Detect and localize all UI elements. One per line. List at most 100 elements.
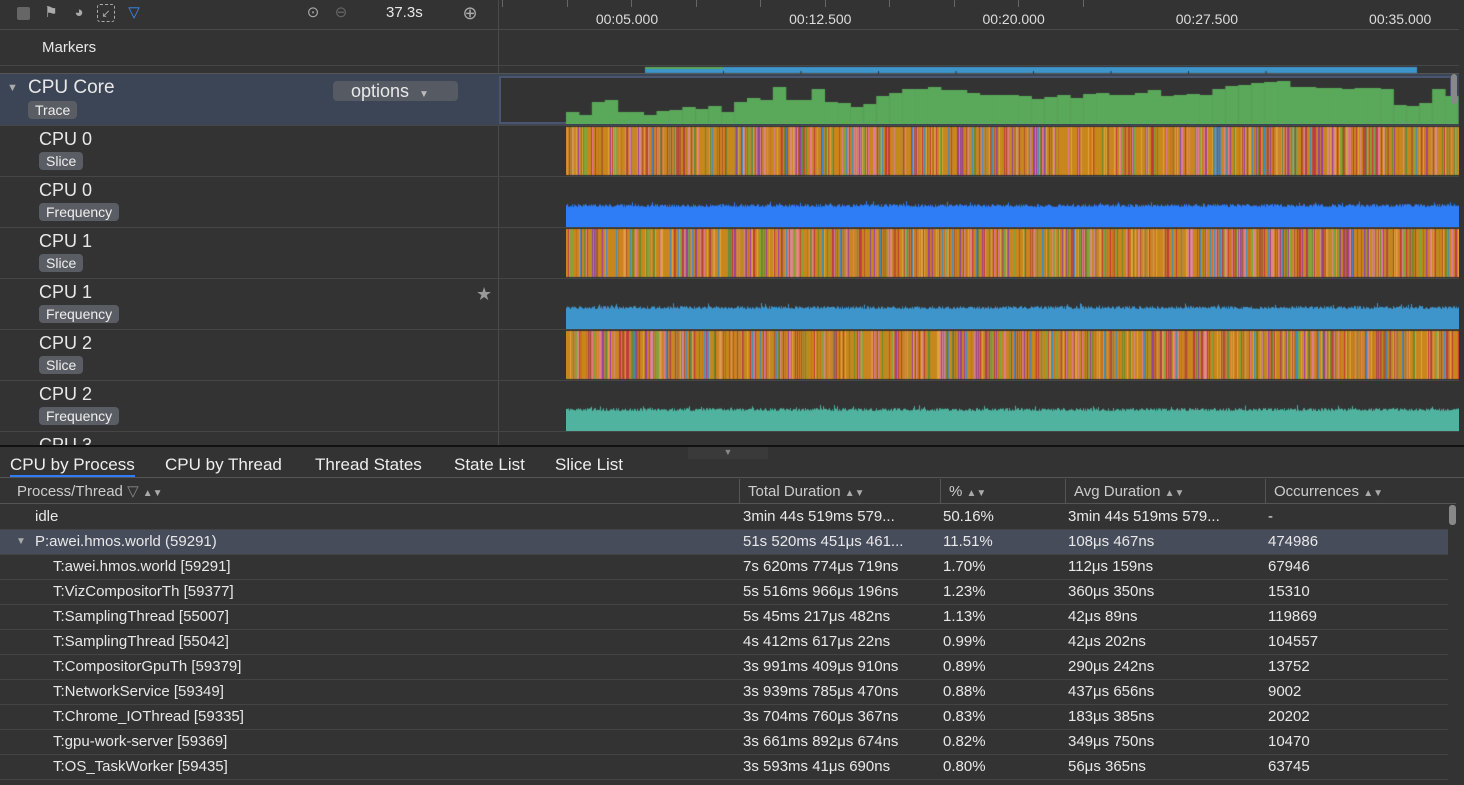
marker-strip-canvas[interactable] bbox=[499, 66, 1459, 74]
markers-label: Markers bbox=[42, 39, 97, 56]
total-duration: 51s 520ms 451μs 461... bbox=[743, 533, 904, 550]
tab-cpu-by-process[interactable]: CPU by Process bbox=[10, 455, 135, 478]
track-row[interactable]: CPU 2 Frequency bbox=[0, 381, 1459, 432]
marker-strip bbox=[0, 66, 1459, 74]
total-duration: 3s 704ms 760μs 367ns bbox=[743, 708, 899, 725]
occurrences: - bbox=[1268, 508, 1273, 525]
total-duration: 5s 516ms 966μs 196ns bbox=[743, 583, 899, 600]
table-scrollbar[interactable] bbox=[1449, 505, 1456, 525]
column-header[interactable]: Avg Duration ▲▼ bbox=[1066, 479, 1266, 504]
sort-icon[interactable]: ▲▼ bbox=[845, 488, 865, 499]
zoom-in-icon[interactable]: ⊕ bbox=[461, 4, 479, 22]
trace-badge: Trace bbox=[28, 101, 78, 119]
total-duration: 3s 939ms 785μs 470ns bbox=[743, 683, 899, 700]
table-row[interactable]: T:Chrome_IOThread [59335] 3s 704ms 760μs… bbox=[0, 705, 1448, 730]
table-row[interactable]: T:OS_TaskWorker [59435] 3s 593ms 41μs 69… bbox=[0, 755, 1448, 780]
filter-icon[interactable]: ▽ bbox=[127, 483, 139, 500]
track-name: CPU 0 bbox=[39, 129, 93, 149]
chevron-down-icon: ▼ bbox=[419, 89, 429, 100]
table-row[interactable]: T:CompositorGpuTh [59379] 3s 991ms 409μs… bbox=[0, 655, 1448, 680]
process-name: T:awei.hmos.world [59291] bbox=[53, 558, 231, 575]
track-row[interactable]: CPU 0 Slice bbox=[0, 126, 1459, 177]
slice-track-canvas[interactable] bbox=[566, 228, 1459, 278]
tab-thread-states[interactable]: Thread States bbox=[315, 455, 422, 475]
freq-track-canvas[interactable] bbox=[566, 279, 1459, 329]
options-dropdown[interactable]: options ▼ bbox=[333, 81, 458, 101]
avg-duration: 183μs 385ns bbox=[1068, 708, 1155, 725]
freq-track-canvas[interactable] bbox=[566, 381, 1459, 431]
compass-icon[interactable]: ◕ bbox=[70, 4, 88, 22]
stop-icon[interactable] bbox=[14, 4, 32, 22]
percent: 0.89% bbox=[943, 658, 986, 675]
table-row[interactable]: ▼ P:awei.hmos.world (59291) 51s 520ms 451… bbox=[0, 530, 1448, 555]
avg-duration: 3min 44s 519ms 579... bbox=[1068, 508, 1220, 525]
track-row[interactable]: CPU 2 Slice bbox=[0, 330, 1459, 381]
table-row[interactable]: T:VizCompositorTh [59377] 5s 516ms 966μs… bbox=[0, 580, 1448, 605]
avg-duration: 360μs 350ns bbox=[1068, 583, 1155, 600]
process-name: T:gpu-work-server [59369] bbox=[53, 733, 228, 750]
table-body: idle 3min 44s 519ms 579... 50.16% 3min 4… bbox=[0, 505, 1456, 785]
bottom-panel: ▼ CPU by Process CPU by Thread Thread Stat… bbox=[0, 445, 1464, 784]
ruler-tick-label: 00:35.000 bbox=[1369, 11, 1432, 27]
table-row[interactable]: T:gpu-work-server [59369] 3s 661ms 892μs… bbox=[0, 730, 1448, 755]
slice-track-canvas[interactable] bbox=[566, 330, 1459, 380]
table-row[interactable]: T:NetworkService [59349] 3s 939ms 785μs … bbox=[0, 680, 1448, 705]
track-row[interactable]: CPU 1 Slice bbox=[0, 228, 1459, 279]
table-row[interactable]: T:SamplingThread [55007] 5s 45ms 217μs 4… bbox=[0, 605, 1448, 630]
process-name: idle bbox=[35, 508, 59, 525]
panel-toggle-icon[interactable]: ▼ bbox=[688, 447, 768, 459]
table-row[interactable]: T:awei.hmos.world [59291] 7s 620ms 774μs… bbox=[0, 555, 1448, 580]
freq-track-canvas[interactable] bbox=[566, 177, 1459, 227]
column-header[interactable]: Total Duration ▲▼ bbox=[740, 479, 941, 504]
collapse-icon[interactable]: ▼ bbox=[7, 82, 18, 94]
column-label: % bbox=[949, 483, 963, 500]
sort-icon[interactable]: ▲▼ bbox=[967, 488, 987, 499]
process-name: P:awei.hmos.world (59291) bbox=[35, 533, 217, 550]
avg-duration: 108μs 467ns bbox=[1068, 533, 1155, 550]
reset-zoom-icon[interactable]: ⊙ bbox=[304, 4, 322, 22]
column-header[interactable]: % ▲▼ bbox=[941, 479, 1066, 504]
track-name: CPU 2 bbox=[39, 333, 93, 353]
sort-icon[interactable]: ▲▼ bbox=[143, 488, 163, 499]
table-row[interactable]: idle 3min 44s 519ms 579... 50.16% 3min 4… bbox=[0, 505, 1448, 530]
filter-icon[interactable]: ▽ bbox=[125, 4, 143, 22]
tab-cpu-by-thread[interactable]: CPU by Thread bbox=[165, 455, 282, 475]
time-ruler[interactable]: 00:05.000 00:12.500 00:20.000 00:27.500 00:3… bbox=[499, 0, 1459, 30]
sort-icon[interactable]: ▲▼ bbox=[1165, 488, 1185, 499]
sort-icon[interactable]: ▲▼ bbox=[1363, 488, 1383, 499]
slice-track-canvas[interactable] bbox=[566, 126, 1459, 176]
column-header[interactable]: Process/Thread ▽ ▲▼ bbox=[9, 479, 740, 504]
total-duration: 5s 45ms 217μs 482ns bbox=[743, 608, 891, 625]
zoom-out-icon[interactable]: ⊖ bbox=[332, 4, 350, 22]
table-header: Process/Thread ▽ ▲▼ Total Duration ▲▼% ▲▼… bbox=[0, 479, 1456, 504]
cpu-core-title: CPU Core bbox=[28, 77, 115, 98]
import-icon[interactable]: ↙ bbox=[97, 4, 115, 22]
track-row[interactable]: CPU 1 Frequency bbox=[0, 279, 1459, 330]
column-header[interactable]: Occurrences ▲▼ bbox=[1266, 479, 1464, 504]
column-label: Avg Duration bbox=[1074, 483, 1161, 500]
occurrences: 63745 bbox=[1268, 758, 1310, 775]
column-label: Process/Thread bbox=[17, 483, 123, 500]
track-type-badge: Frequency bbox=[39, 203, 120, 221]
star-icon[interactable]: ★ bbox=[476, 284, 492, 305]
track-scrollbar[interactable] bbox=[1451, 74, 1457, 104]
process-name: T:NetworkService [59349] bbox=[53, 683, 224, 700]
track-name: CPU 2 bbox=[39, 384, 93, 404]
avg-duration: 437μs 656ns bbox=[1068, 683, 1155, 700]
percent: 0.83% bbox=[943, 708, 986, 725]
avg-duration: 42μs 202ns bbox=[1068, 633, 1146, 650]
track-row[interactable]: CPU 0 Frequency bbox=[0, 177, 1459, 228]
expand-icon[interactable]: ▼ bbox=[16, 530, 26, 554]
cpu-core-row[interactable]: ▼ CPU Core Trace options ▼ bbox=[0, 74, 1459, 126]
track-type-badge: Frequency bbox=[39, 305, 120, 323]
ruler-tick-mark bbox=[1082, 0, 1084, 7]
process-name: T:SamplingThread [55007] bbox=[53, 608, 229, 625]
percent: 1.13% bbox=[943, 608, 986, 625]
percent: 1.70% bbox=[943, 558, 986, 575]
occurrences: 13752 bbox=[1268, 658, 1310, 675]
flag-icon[interactable]: ⚑ bbox=[42, 4, 60, 22]
tab-slice-list[interactable]: Slice List bbox=[555, 455, 623, 475]
tab-state-list[interactable]: State List bbox=[454, 455, 525, 475]
table-row[interactable]: T:SamplingThread [55042] 4s 412ms 617μs … bbox=[0, 630, 1448, 655]
process-name: T:OS_TaskWorker [59435] bbox=[53, 758, 228, 775]
